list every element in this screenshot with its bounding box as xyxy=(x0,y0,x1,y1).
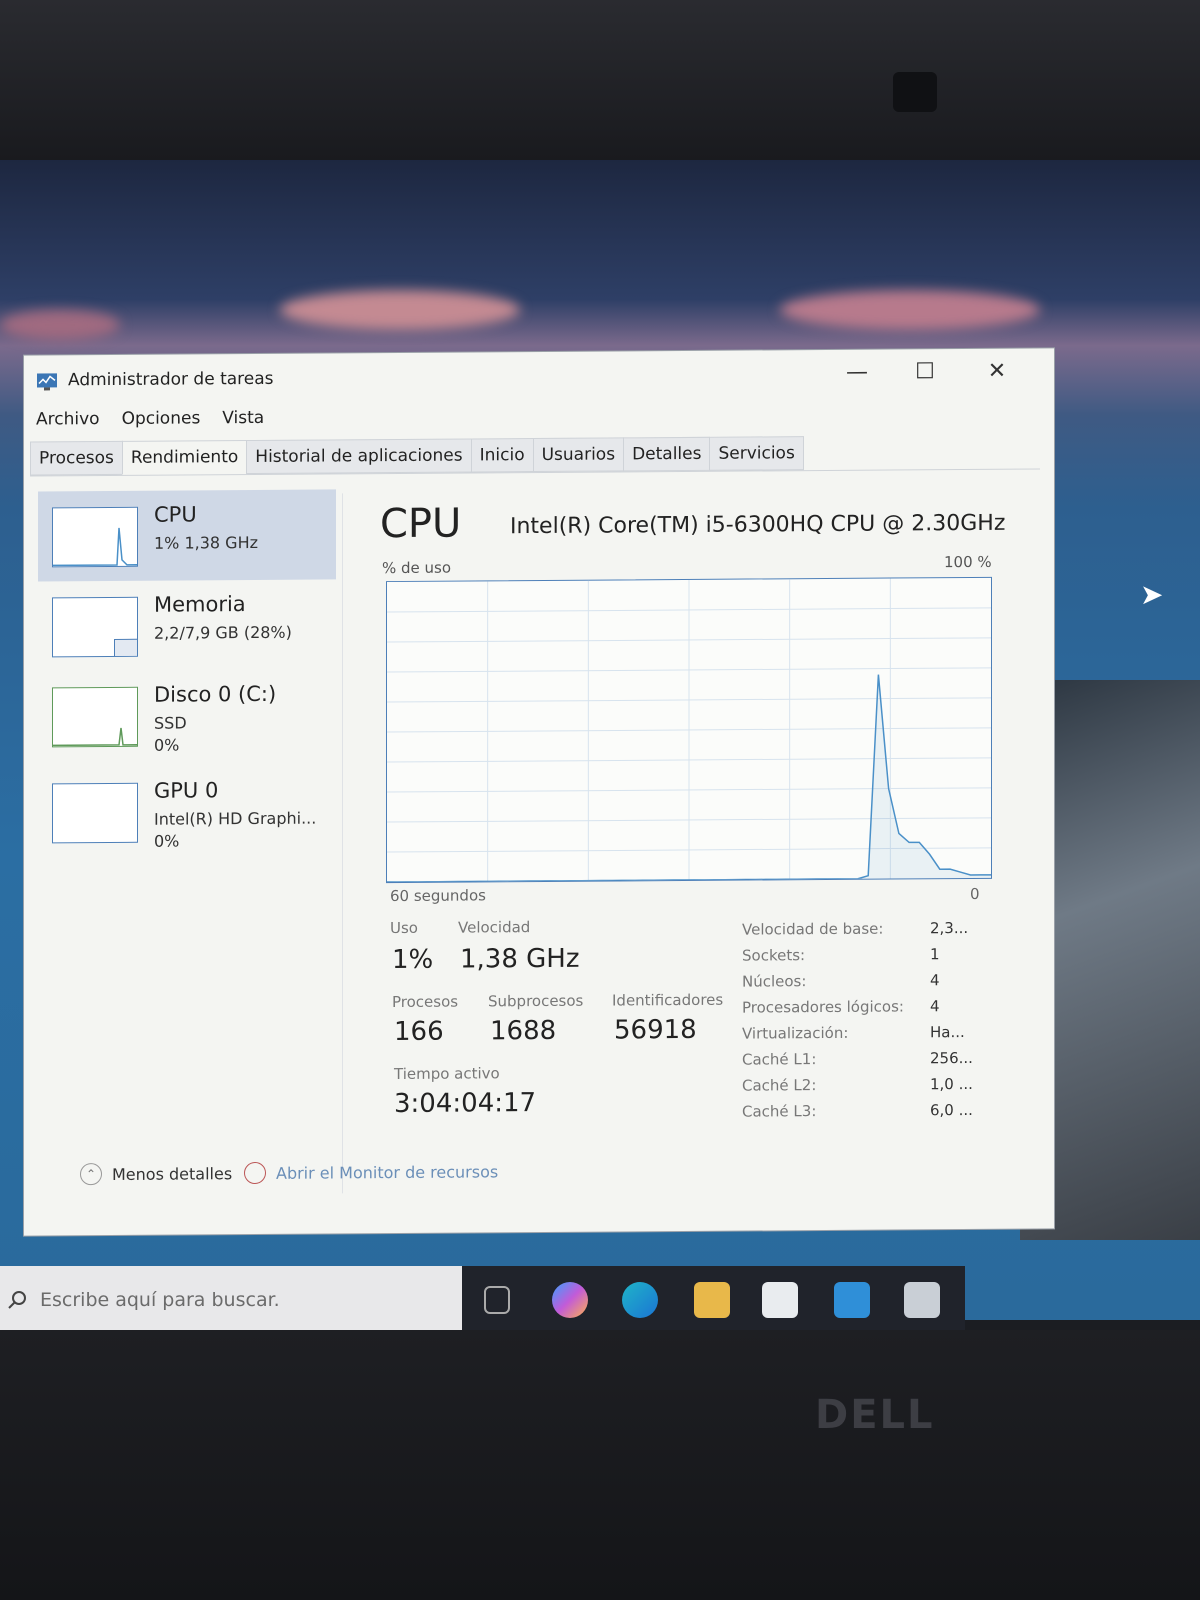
gpu-thumbnail-graph xyxy=(52,782,138,844)
sidebar-gpu-usage: 0% xyxy=(154,831,180,851)
spec-label-base-speed: Velocidad de base: xyxy=(742,919,884,939)
resource-monitor-link[interactable]: Abrir el Monitor de recursos xyxy=(244,1160,499,1185)
search-icon xyxy=(8,1291,26,1309)
cpu-usage-svg xyxy=(387,578,991,883)
task-view-icon[interactable] xyxy=(484,1286,510,1314)
procesos-label: Procesos xyxy=(392,992,459,1012)
tiempo-activo-value: 3:04:04:17 xyxy=(394,1088,537,1120)
edge-browser-icon[interactable] xyxy=(622,1282,658,1318)
task-manager-icon xyxy=(37,373,57,391)
subprocesos-value: 1688 xyxy=(490,1015,557,1047)
disk-thumbnail-graph xyxy=(52,686,138,748)
spec-value-base-speed: 2,3... xyxy=(930,919,969,938)
tab-historial[interactable]: Historial de aplicaciones xyxy=(246,438,472,475)
spec-value-l3: 6,0 ... xyxy=(930,1100,973,1120)
dell-logo: DELL xyxy=(815,1392,935,1438)
spec-label-logical: Procesadores lógicos: xyxy=(742,997,904,1017)
tab-usuarios[interactable]: Usuarios xyxy=(532,437,625,473)
spec-label-virtualization: Virtualización: xyxy=(742,1023,849,1043)
sidebar-disk-title: Disco 0 (C:) xyxy=(154,681,277,707)
spec-label-l2: Caché L2: xyxy=(742,1076,817,1095)
velocidad-value: 1,38 GHz xyxy=(460,943,580,975)
copilot-icon[interactable] xyxy=(552,1282,588,1318)
spec-value-l2: 1,0 ... xyxy=(930,1074,973,1094)
sidebar-disk-sub: SSD 0% xyxy=(154,712,187,756)
sidebar-disk-type: SSD xyxy=(154,713,187,733)
title-bar[interactable]: Administrador de tareas — ☐ ✕ xyxy=(24,348,1054,405)
memory-thumbnail-graph xyxy=(52,596,138,658)
tab-servicios[interactable]: Servicios xyxy=(709,436,804,471)
tab-procesos[interactable]: Procesos xyxy=(30,440,123,476)
subprocesos-label: Subprocesos xyxy=(488,991,584,1011)
mouse-cursor-icon: ➤ xyxy=(1140,578,1164,611)
tab-detalles[interactable]: Detalles xyxy=(623,436,711,472)
sidebar-item-cpu[interactable]: CPU 1% 1,38 GHz xyxy=(38,489,336,582)
taskbar-search[interactable]: Escribe aquí para buscar. xyxy=(0,1266,462,1334)
cpu-usage-graph xyxy=(386,576,992,884)
tab-strip: Procesos Rendimiento Historial de aplica… xyxy=(30,436,804,476)
menu-bar: Archivo Opciones Vista xyxy=(36,408,264,430)
cpu-thumbnail-graph xyxy=(52,506,138,568)
less-details-button[interactable]: ⌃ Menos detalles xyxy=(80,1162,233,1186)
sidebar-item-memory[interactable]: Memoria 2,2/7,9 GB (28%) xyxy=(38,579,336,671)
velocidad-label: Velocidad xyxy=(458,918,531,937)
sidebar-divider xyxy=(342,493,343,1194)
task-manager-window: Administrador de tareas — ☐ ✕ Archivo Op… xyxy=(24,348,1054,1236)
taskbar: Escribe aquí para buscar. xyxy=(0,1266,965,1334)
maximize-button[interactable]: ☐ xyxy=(904,357,946,387)
tab-rendimiento[interactable]: Rendimiento xyxy=(121,440,248,475)
sidebar-cpu-title: CPU xyxy=(154,502,197,527)
spec-value-virtualization: Ha... xyxy=(930,1023,965,1042)
less-details-label: Menos detalles xyxy=(112,1163,233,1184)
graph-usage-label: % de uso xyxy=(382,558,452,578)
sidebar-memory-title: Memoria xyxy=(154,592,246,617)
search-placeholder: Escribe aquí para buscar. xyxy=(40,1289,280,1311)
spec-label-sockets: Sockets: xyxy=(742,946,806,965)
spec-value-sockets: 1 xyxy=(930,945,940,964)
sidebar-gpu-name: Intel(R) HD Graphi... xyxy=(154,808,317,829)
graph-timespan-label: 60 segundos xyxy=(390,886,486,906)
monitor-bezel-top xyxy=(0,0,1200,180)
resource-monitor-label: Abrir el Monitor de recursos xyxy=(276,1161,499,1183)
resource-monitor-icon xyxy=(244,1161,266,1185)
uso-label: Uso xyxy=(390,918,418,938)
close-button[interactable]: ✕ xyxy=(976,357,1018,387)
chevron-up-icon: ⌃ xyxy=(80,1163,102,1186)
mail-icon[interactable] xyxy=(834,1282,870,1318)
menu-vista[interactable]: Vista xyxy=(222,408,264,428)
procesos-value: 166 xyxy=(394,1016,444,1048)
graph-min-label: 0 xyxy=(970,884,980,903)
page-title: CPU xyxy=(380,500,462,548)
uso-value: 1% xyxy=(392,944,434,976)
monitor-bezel-bottom xyxy=(0,1330,1200,1600)
minimize-button[interactable]: — xyxy=(836,358,878,388)
identificadores-label: Identificadores xyxy=(612,990,724,1010)
cpu-model-name: Intel(R) Core(TM) i5-6300HQ CPU @ 2.30GH… xyxy=(510,510,1006,540)
spec-label-l3: Caché L3: xyxy=(742,1102,817,1121)
sidebar-item-gpu[interactable]: GPU 0 Intel(R) HD Graphi... 0% xyxy=(38,765,336,857)
webcam xyxy=(893,72,937,112)
store-icon[interactable] xyxy=(762,1282,798,1318)
identificadores-value: 56918 xyxy=(614,1014,697,1046)
spec-value-cores: 4 xyxy=(930,971,940,990)
sidebar-cpu-sub: 1% 1,38 GHz xyxy=(154,532,259,553)
spec-label-l1: Caché L1: xyxy=(742,1050,817,1069)
sidebar-disk-usage: 0% xyxy=(154,735,180,755)
file-explorer-icon[interactable] xyxy=(694,1282,730,1318)
task-manager-taskbar-icon[interactable] xyxy=(904,1282,940,1318)
sidebar-item-disk[interactable]: Disco 0 (C:) SSD 0% xyxy=(38,669,336,761)
sidebar-gpu-sub: Intel(R) HD Graphi... 0% xyxy=(154,808,316,853)
spec-value-l1: 256... xyxy=(930,1048,973,1068)
graph-max-label: 100 % xyxy=(944,552,992,572)
tab-inicio[interactable]: Inicio xyxy=(470,438,534,473)
menu-archivo[interactable]: Archivo xyxy=(36,409,100,429)
tiempo-activo-label: Tiempo activo xyxy=(394,1064,500,1084)
menu-opciones[interactable]: Opciones xyxy=(122,408,201,429)
spec-label-cores: Núcleos: xyxy=(742,972,807,991)
sidebar-memory-sub: 2,2/7,9 GB (28%) xyxy=(154,622,292,643)
spec-value-logical: 4 xyxy=(930,997,940,1016)
sidebar-gpu-title: GPU 0 xyxy=(154,778,219,803)
window-title: Administrador de tareas xyxy=(68,368,274,391)
